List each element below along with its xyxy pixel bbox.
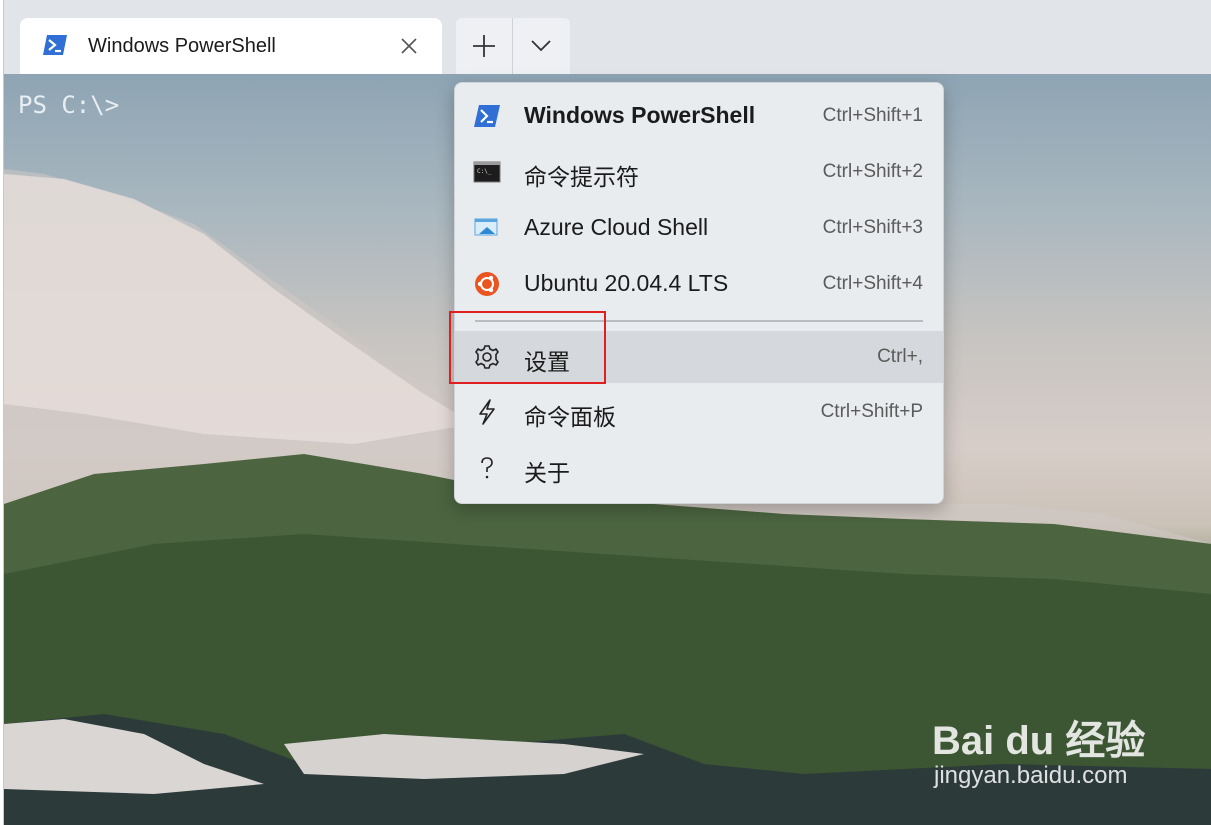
svg-text:C:\_: C:\_ xyxy=(477,168,492,175)
menu-item-shortcut: Ctrl+Shift+3 xyxy=(822,217,923,238)
tab-title: Windows PowerShell xyxy=(88,35,276,57)
menu-item-label: Azure Cloud Shell xyxy=(524,214,709,240)
menu-item-shortcut: Ctrl+Shift+2 xyxy=(822,161,923,182)
new-tab-controls xyxy=(456,18,570,74)
menu-item-command-palette[interactable]: 命令面板 Ctrl+Shift+P xyxy=(455,386,943,438)
menu-item-label: 命令面板 xyxy=(524,404,616,430)
menu-item-shortcut: Ctrl+Shift+P xyxy=(820,401,923,422)
watermark-url: jingyan.baidu.com xyxy=(934,762,1128,789)
plus-icon xyxy=(473,35,495,57)
baidu-jingyan-watermark: Bai du 经验 jingyan.baidu.com xyxy=(932,690,1202,800)
terminal-prompt: PS C:\> xyxy=(18,91,120,119)
ubuntu-icon xyxy=(475,272,499,296)
menu-item-command-prompt[interactable]: C:\_ 命令提示符 Ctrl+Shift+2 xyxy=(455,146,943,198)
menu-item-azure-cloud-shell[interactable]: Azure Cloud Shell Ctrl+Shift+3 xyxy=(455,202,943,254)
annotation-highlight-box xyxy=(449,311,606,384)
menu-item-about[interactable]: 关于 xyxy=(455,442,943,494)
menu-item-ubuntu[interactable]: Ubuntu 20.04.4 LTS Ctrl+Shift+4 xyxy=(455,258,943,310)
azure-cloud-shell-icon xyxy=(474,218,498,236)
menu-item-shortcut: Ctrl+, xyxy=(877,346,923,367)
menu-item-label: Windows PowerShell xyxy=(524,102,756,128)
powershell-icon xyxy=(474,105,500,127)
watermark-brand: Bai du 经验 xyxy=(932,719,1146,763)
menu-item-windows-powershell[interactable]: Windows PowerShell Ctrl+Shift+1 xyxy=(455,90,943,142)
new-tab-button[interactable] xyxy=(456,18,513,74)
menu-item-label: 关于 xyxy=(524,460,570,486)
title-bar: Windows PowerShell xyxy=(4,0,1211,74)
new-tab-dropdown-menu: Windows PowerShell Ctrl+Shift+1 C:\_ 命令提… xyxy=(454,82,944,504)
menu-item-label: 命令提示符 xyxy=(524,164,639,190)
menu-item-shortcut: Ctrl+Shift+1 xyxy=(822,105,923,126)
tab-windows-powershell[interactable]: Windows PowerShell xyxy=(20,18,442,74)
menu-item-label: Ubuntu 20.04.4 LTS xyxy=(524,270,729,296)
close-icon[interactable] xyxy=(398,35,420,57)
chevron-down-icon xyxy=(531,40,551,52)
powershell-icon xyxy=(43,35,67,55)
command-prompt-icon: C:\_ xyxy=(473,161,501,183)
question-icon xyxy=(481,457,493,479)
menu-item-shortcut: Ctrl+Shift+4 xyxy=(822,273,923,294)
new-tab-dropdown-button[interactable] xyxy=(513,18,569,74)
lightning-icon xyxy=(479,399,495,425)
